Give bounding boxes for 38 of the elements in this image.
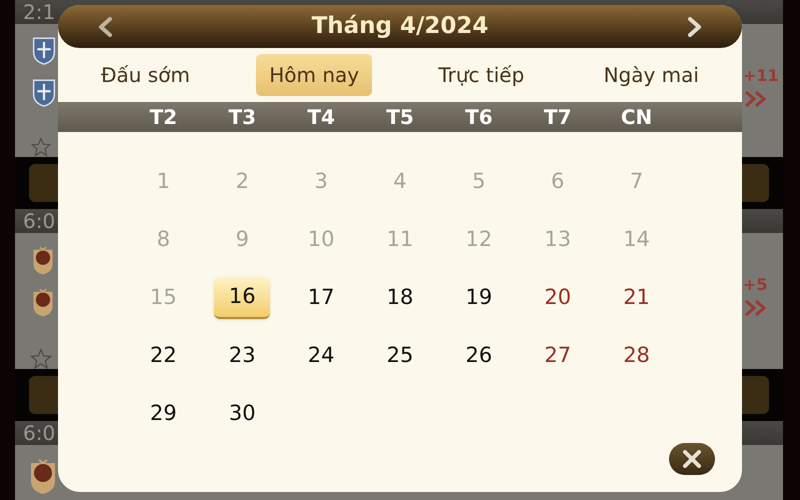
weekday-label: T3	[227, 104, 258, 131]
day-cell[interactable]: 17	[293, 277, 350, 319]
match-time: 6:0	[23, 420, 56, 447]
weekday-label: T5	[385, 104, 415, 131]
day-cell[interactable]: 28	[608, 335, 665, 377]
day-cell[interactable]: 26	[450, 335, 507, 377]
day-cell[interactable]: 29	[135, 393, 192, 435]
handicap-label: +5	[743, 274, 768, 296]
double-chevron-icon[interactable]	[743, 90, 769, 108]
day-cell[interactable]: 30	[214, 393, 270, 435]
double-chevron-icon[interactable]	[743, 299, 769, 317]
filter-tab[interactable]: Ngày mai	[590, 54, 712, 96]
chevron-left-icon[interactable]	[96, 16, 114, 38]
day-cell[interactable]: 25	[372, 335, 428, 377]
month-title: Tháng 4/2024	[312, 12, 488, 42]
day-cell[interactable]: 18	[372, 277, 428, 319]
day-cell[interactable]: 24	[293, 335, 350, 377]
weekday-label: CN	[620, 104, 654, 131]
day-cell[interactable]: 22	[135, 335, 192, 377]
weekday-label: T7	[542, 104, 572, 131]
day-cell[interactable]: 23	[214, 335, 270, 377]
handicap-label: +11	[743, 65, 779, 87]
weekday-label: T4	[306, 104, 336, 131]
filter-tab[interactable]: Đấu sớm	[88, 54, 203, 96]
match-time: 2:1	[23, 0, 56, 26]
close-button[interactable]	[669, 443, 715, 475]
day-cell[interactable]: 27	[530, 335, 586, 377]
chevron-right-icon[interactable]	[686, 16, 704, 38]
day-cell[interactable]: 19	[450, 277, 507, 319]
day-cell[interactable]: 16	[214, 277, 270, 319]
filter-tab[interactable]: Trực tiếp	[425, 54, 538, 96]
close-icon	[682, 449, 702, 469]
day-cell[interactable]: 21	[608, 277, 665, 319]
weekday-label: T6	[464, 104, 494, 131]
filter-tab[interactable]: Hôm nay	[256, 54, 372, 96]
weekday-label: T2	[148, 104, 178, 131]
day-cell[interactable]: 20	[530, 277, 586, 319]
match-time: 6:0	[23, 208, 56, 235]
